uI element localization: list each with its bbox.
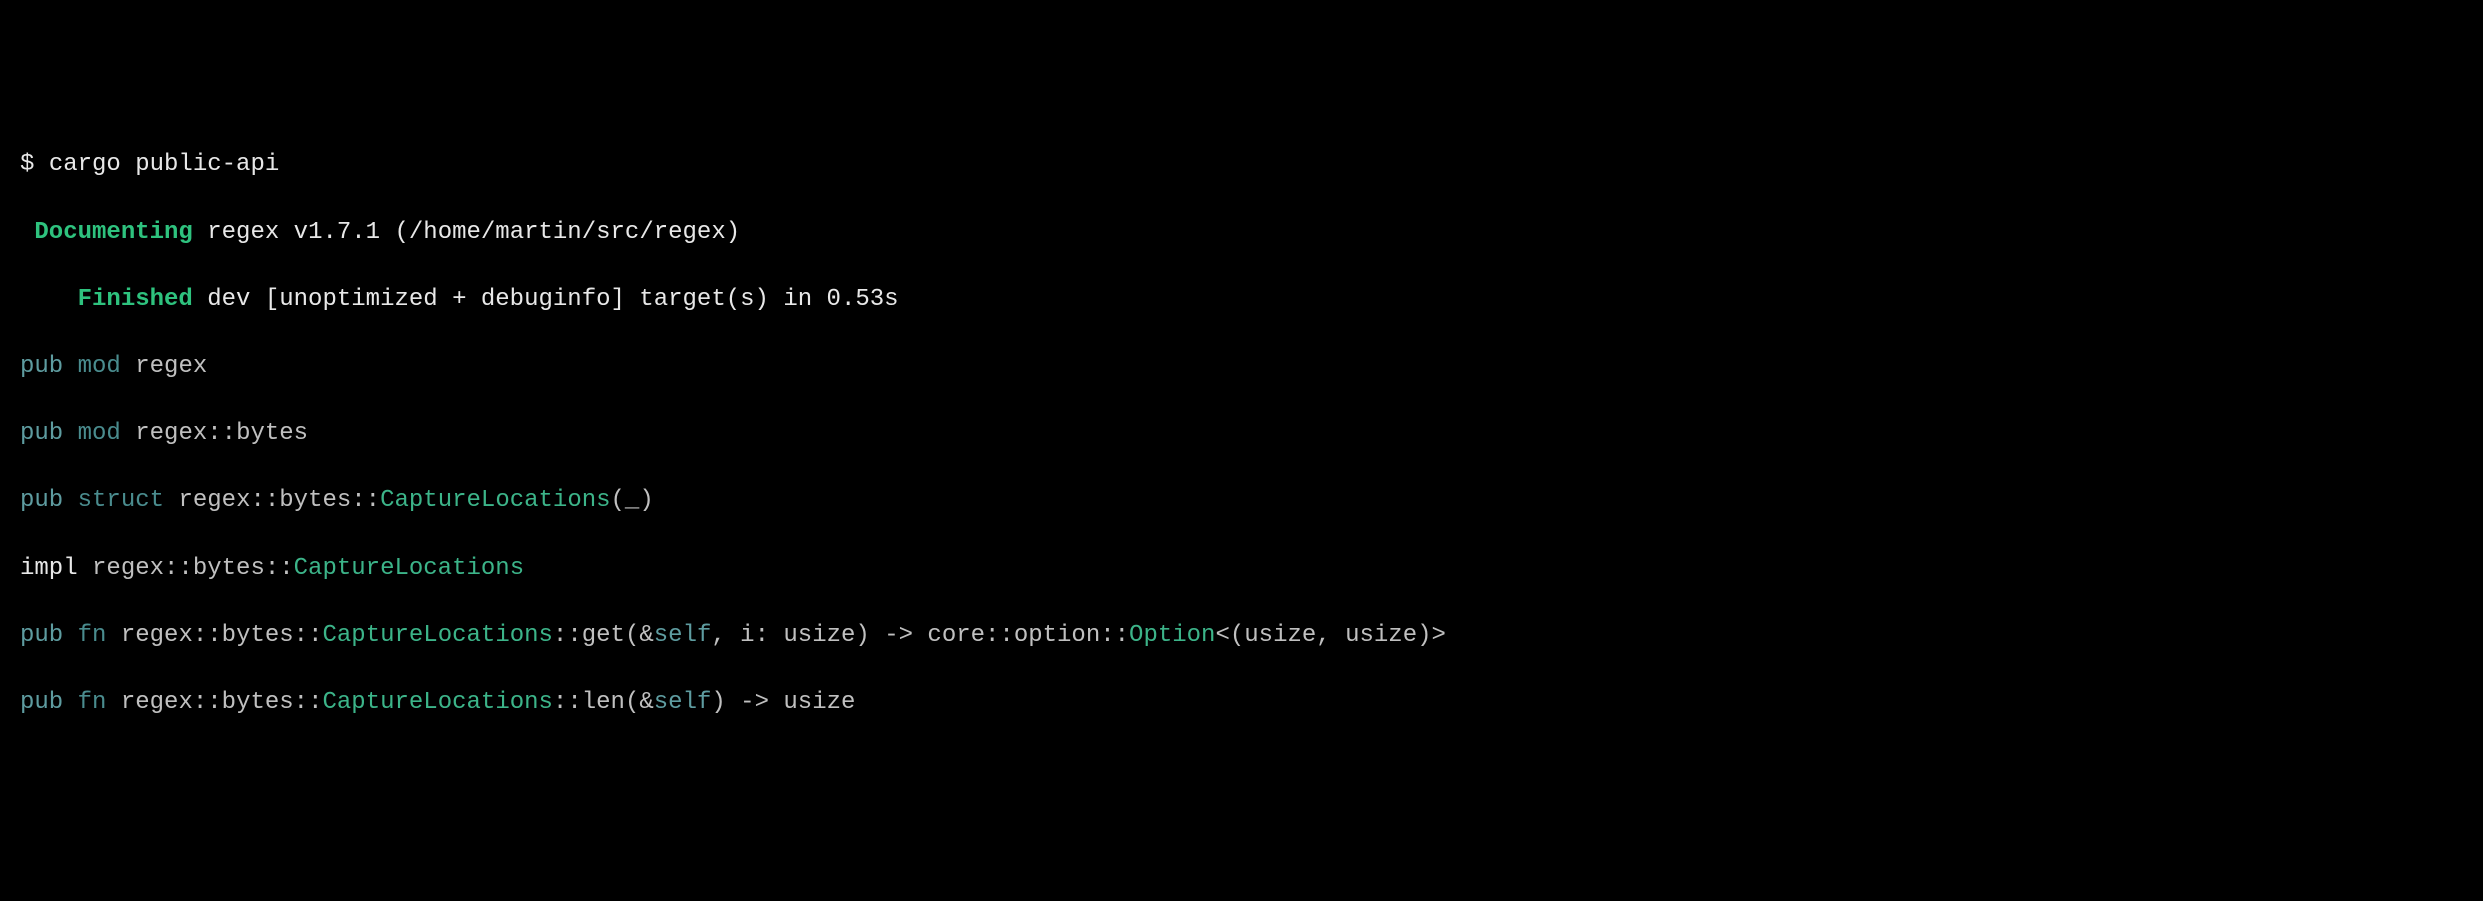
prompt-line[interactable]: $ cargo public-api <box>20 148 2463 182</box>
phase-label: Documenting <box>34 219 192 246</box>
struct-suffix: (_) <box>611 487 654 514</box>
sig-mid: , i: usize) -> core::option:: <box>711 622 1129 649</box>
type-name: CaptureLocations <box>380 487 610 514</box>
path-prefix: regex::bytes:: <box>121 622 323 649</box>
fn-sep: :: <box>553 622 582 649</box>
fn-name: get <box>582 622 625 649</box>
kind-keyword: mod <box>78 353 121 380</box>
sig-close: <(usize, usize)> <box>1215 622 1445 649</box>
shell-prompt: $ <box>20 151 34 178</box>
qualifier: pub <box>20 487 63 514</box>
qualifier: pub <box>20 622 63 649</box>
api-line-impl: impl regex::bytes::CaptureLocations <box>20 552 2463 586</box>
kind-keyword: fn <box>78 622 107 649</box>
qualifier: pub <box>20 420 63 447</box>
api-line-mod: pub mod regex <box>20 350 2463 384</box>
qualifier: pub <box>20 353 63 380</box>
kind-keyword: struct <box>78 487 164 514</box>
kind-keyword: fn <box>78 689 107 716</box>
self-keyword: self <box>654 622 712 649</box>
sig-open: (& <box>625 622 654 649</box>
path-prefix: regex::bytes:: <box>121 689 323 716</box>
phase-documenting: Documenting regex v1.7.1 (/home/martin/s… <box>20 216 2463 250</box>
qualifier: pub <box>20 689 63 716</box>
api-line-fn: pub fn regex::bytes::CaptureLocations::g… <box>20 619 2463 653</box>
sig-open: (& <box>625 689 654 716</box>
path-prefix: regex::bytes:: <box>178 487 380 514</box>
type-name: CaptureLocations <box>322 622 552 649</box>
fn-name: len <box>582 689 625 716</box>
api-line-fn: pub fn regex::bytes::CaptureLocations::l… <box>20 686 2463 720</box>
api-line-mod: pub mod regex::bytes <box>20 417 2463 451</box>
path-prefix: regex::bytes:: <box>92 555 294 582</box>
self-keyword: self <box>654 689 712 716</box>
phase-finished: Finished dev [unoptimized + debuginfo] t… <box>20 283 2463 317</box>
type-name: CaptureLocations <box>294 555 524 582</box>
kind-keyword: mod <box>78 420 121 447</box>
fn-sep: :: <box>553 689 582 716</box>
phase-label: Finished <box>78 286 193 313</box>
sig-mid: ) -> usize <box>711 689 855 716</box>
module-path: regex::bytes <box>135 420 308 447</box>
module-path: regex <box>135 353 207 380</box>
phase-text: regex v1.7.1 (/home/martin/src/regex) <box>207 219 740 246</box>
phase-text: dev [unoptimized + debuginfo] target(s) … <box>207 286 898 313</box>
return-type: Option <box>1129 622 1215 649</box>
command-text: cargo public-api <box>49 151 279 178</box>
kind-keyword: impl <box>20 555 78 582</box>
type-name: CaptureLocations <box>322 689 552 716</box>
api-line-struct: pub struct regex::bytes::CaptureLocation… <box>20 484 2463 518</box>
